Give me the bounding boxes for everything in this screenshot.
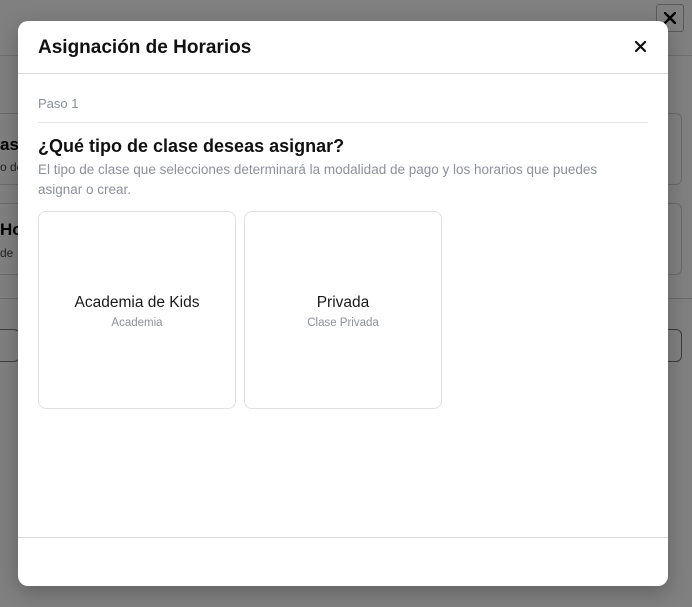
background-card-title: as [0, 135, 19, 154]
schedule-assignment-modal: Asignación de Horarios Paso 1 ¿Qué tipo … [18, 21, 668, 586]
modal-footer-divider [18, 537, 668, 538]
option-subtitle: Clase Privada [307, 316, 379, 329]
option-subtitle: Academia [111, 316, 163, 329]
option-title: Academia de Kids [74, 293, 200, 311]
modal-close-button[interactable] [630, 36, 650, 56]
close-icon [634, 40, 646, 52]
step-divider [38, 122, 648, 123]
background-card-subtitle: de [0, 246, 14, 260]
modal-header: Asignación de Horarios [18, 21, 668, 74]
option-card-privada[interactable]: Privada Clase Privada [244, 211, 442, 409]
option-title: Privada [316, 293, 370, 311]
step-label: Paso 1 [38, 96, 79, 111]
question-description: El tipo de clase que selecciones determi… [38, 162, 598, 197]
option-card-academia-kids[interactable]: Academia de Kids Academia [38, 211, 236, 409]
background-input [0, 329, 20, 362]
question-heading: ¿Qué tipo de clase deseas asignar? [38, 136, 345, 156]
modal-title: Asignación de Horarios [38, 37, 252, 58]
